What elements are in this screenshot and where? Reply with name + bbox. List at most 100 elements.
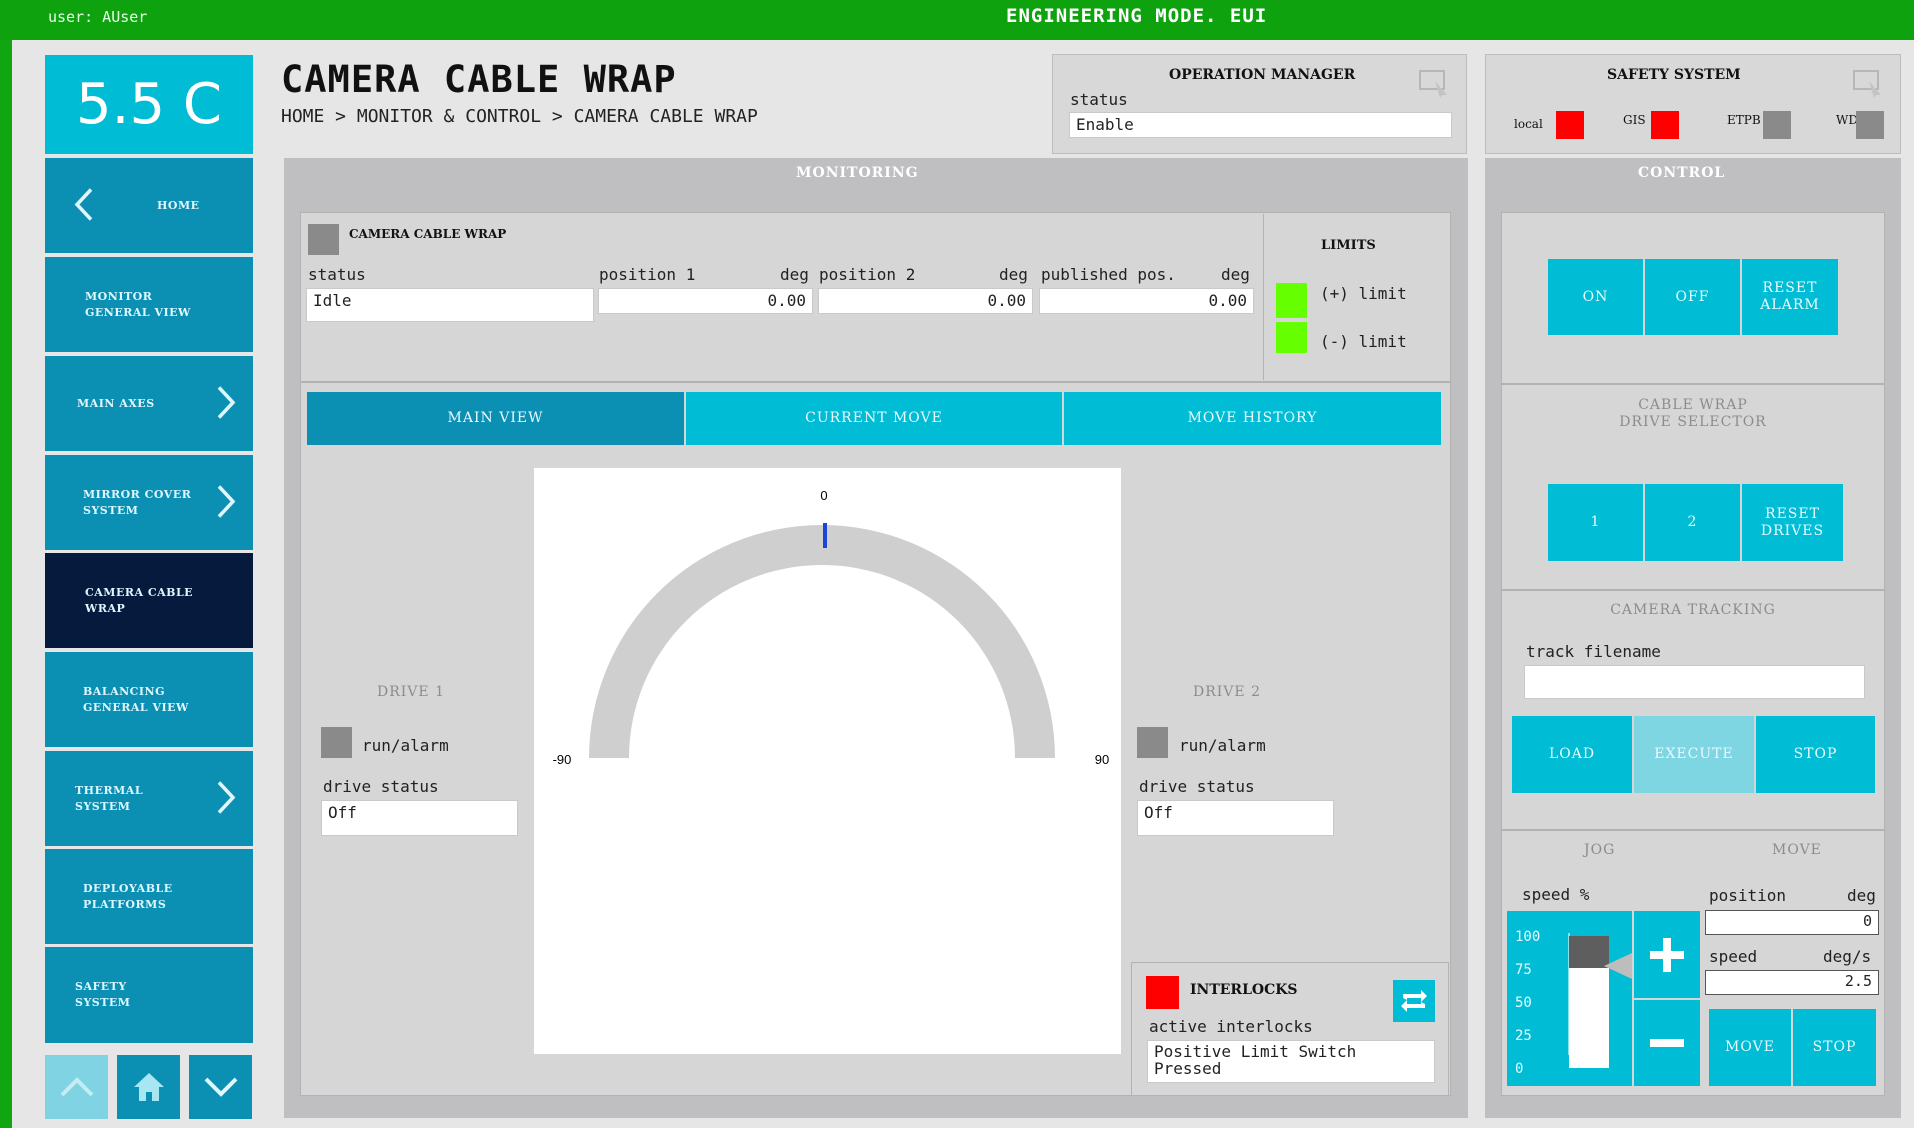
safety-etpb-label: ETPB <box>1727 113 1761 127</box>
position1-field: 0.00 <box>598 288 813 314</box>
sidebar-item-balancing-general-view[interactable]: BALANCING GENERAL VIEW <box>45 652 253 747</box>
reset-drives-button[interactable]: RESET DRIVES <box>1742 484 1843 561</box>
scale-0: 0 <box>1515 1061 1524 1077</box>
move-position-unit: deg <box>1847 886 1876 905</box>
move-title: MOVE <box>1772 842 1822 858</box>
active-interlocks-label: active interlocks <box>1149 1017 1313 1036</box>
sidebar-item-label: CAMERA CABLE WRAP <box>85 585 194 615</box>
ccw-title: CAMERA CABLE WRAP <box>349 227 507 241</box>
gauge-arc <box>589 525 1055 758</box>
jog-speed-slider[interactable]: 100 75 50 25 0 <box>1507 911 1632 1086</box>
tab-main-view[interactable]: MAIN VIEW <box>307 392 684 445</box>
safety-gis-label: GIS <box>1623 113 1646 127</box>
position1-label: position 1 <box>599 265 696 284</box>
reset-alarm-button[interactable]: RESET ALARM <box>1742 259 1838 335</box>
sidebar-item-label: MIRROR COVER SYSTEM <box>83 487 192 517</box>
interlocks-title: INTERLOCKS <box>1190 982 1298 998</box>
pointer-window-icon[interactable] <box>1852 69 1884 99</box>
drive-1-button[interactable]: 1 <box>1548 484 1643 561</box>
position2-field: 0.00 <box>818 288 1033 314</box>
minus-limit-label: (-) limit <box>1320 332 1407 351</box>
sidebar-item-mirror-cover-system[interactable]: MIRROR COVER SYSTEM <box>45 455 253 550</box>
drive1-run-label: run/alarm <box>362 736 449 755</box>
operation-status-label: status <box>1070 90 1128 109</box>
jog-minus-button[interactable] <box>1634 1000 1700 1086</box>
sidebar-item-monitor-general-view[interactable]: MONITOR GENERAL VIEW <box>45 257 253 352</box>
camera-tracking-panel <box>1501 590 1885 830</box>
top-bar: user: AUser ENGINEERING MODE. EUI <box>0 0 1914 40</box>
mode-label: ENGINEERING MODE. EUI <box>1006 5 1268 27</box>
minus-limit-indicator <box>1276 322 1307 353</box>
pointer-window-icon[interactable] <box>1418 69 1450 99</box>
scale-100: 100 <box>1515 929 1541 945</box>
control-title: CONTROL <box>1638 165 1726 181</box>
sidebar-item-main-axes[interactable]: MAIN AXES <box>45 356 253 451</box>
camera-tracking-title: CAMERA TRACKING <box>1610 602 1776 618</box>
gauge-top-label: 0 <box>820 488 827 503</box>
ccw-status-label: status <box>308 265 366 284</box>
limits-title: LIMITS <box>1321 238 1376 253</box>
plus-limit-indicator <box>1276 283 1307 318</box>
operation-status-field: Enable <box>1069 112 1452 138</box>
safety-gis-indicator <box>1651 111 1679 139</box>
chevron-right-icon <box>215 483 237 522</box>
move-speed-input[interactable]: 2.5 <box>1705 970 1879 995</box>
safety-system-panel: SAFETY SYSTEM local GIS ETPB WD <box>1485 54 1901 154</box>
home-button[interactable] <box>117 1055 180 1119</box>
temperature-display: 5.5 C <box>45 55 253 154</box>
execute-button[interactable]: EXECUTE <box>1634 716 1754 793</box>
operation-manager-panel: OPERATION MANAGER status Enable <box>1052 54 1467 154</box>
position2-label: position 2 <box>819 265 916 284</box>
move-stop-button[interactable]: STOP <box>1793 1009 1876 1086</box>
move-position-input[interactable]: 0 <box>1705 910 1879 935</box>
sidebar-item-deployable-platforms[interactable]: DEPLOYABLE PLATFORMS <box>45 849 253 944</box>
scroll-down-button[interactable] <box>189 1055 252 1119</box>
load-button[interactable]: LOAD <box>1512 716 1632 793</box>
monitoring-title: MONITORING <box>796 165 919 181</box>
sidebar-item-label: MONITOR GENERAL VIEW <box>85 289 191 319</box>
limits-divider <box>1263 214 1264 380</box>
on-button[interactable]: ON <box>1548 259 1643 335</box>
jog-title: JOG <box>1584 842 1616 858</box>
position2-unit: deg <box>999 265 1028 284</box>
plus-limit-label: (+) limit <box>1320 284 1407 303</box>
chevron-left-icon <box>73 186 95 225</box>
sidebar-item-home[interactable]: HOME <box>45 158 253 253</box>
jog-speed-thumb[interactable] <box>1569 936 1609 968</box>
drive2-status-label: drive status <box>1139 777 1255 796</box>
chevron-right-icon <box>215 384 237 423</box>
interlocks-refresh-button[interactable] <box>1393 980 1435 1022</box>
sidebar-item-thermal-system[interactable]: THERMAL SYSTEM <box>45 751 253 846</box>
gauge-right-label: 90 <box>1095 752 1109 767</box>
track-stop-button[interactable]: STOP <box>1756 716 1875 793</box>
published-pos-label: published pos. <box>1041 265 1176 284</box>
sidebar-item-label: MAIN AXES <box>77 396 155 410</box>
published-pos-unit: deg <box>1221 265 1250 284</box>
breadcrumb: HOME > MONITOR & CONTROL > CAMERA CABLE … <box>281 106 758 127</box>
off-button[interactable]: OFF <box>1645 259 1740 335</box>
move-button[interactable]: MOVE <box>1709 1009 1791 1086</box>
tab-current-move[interactable]: CURRENT MOVE <box>686 392 1062 445</box>
tab-move-history[interactable]: MOVE HISTORY <box>1064 392 1441 445</box>
sidebar-item-label: HOME <box>157 198 200 212</box>
home-icon <box>133 1073 164 1101</box>
track-filename-input[interactable] <box>1524 665 1865 699</box>
position-gauge: 0 -90 90 <box>553 488 1110 767</box>
safety-local-label: local <box>1514 117 1543 131</box>
drive1-status-field: Off <box>321 800 518 836</box>
safety-etpb-indicator <box>1763 111 1791 139</box>
sidebar-item-safety-system[interactable]: SAFETY SYSTEM <box>45 947 253 1043</box>
jog-speed-scale: 100 75 50 25 0 <box>1515 921 1540 1086</box>
drive-2-button[interactable]: 2 <box>1645 484 1740 561</box>
position-gauge-canvas: 0 -90 90 <box>534 468 1121 1054</box>
sidebar-item-camera-cable-wrap[interactable]: CAMERA CABLE WRAP <box>45 553 253 648</box>
jog-plus-button[interactable] <box>1634 911 1700 998</box>
safety-wd-indicator <box>1856 111 1884 139</box>
drive2-run-label: run/alarm <box>1179 736 1266 755</box>
operation-manager-title: OPERATION MANAGER <box>1169 67 1356 83</box>
minus-icon <box>1650 1039 1684 1047</box>
scroll-up-button[interactable] <box>45 1055 108 1119</box>
jog-speed-label: speed % <box>1522 885 1590 904</box>
plus-icon <box>1650 937 1684 972</box>
safety-wd-label: WD <box>1836 113 1858 127</box>
